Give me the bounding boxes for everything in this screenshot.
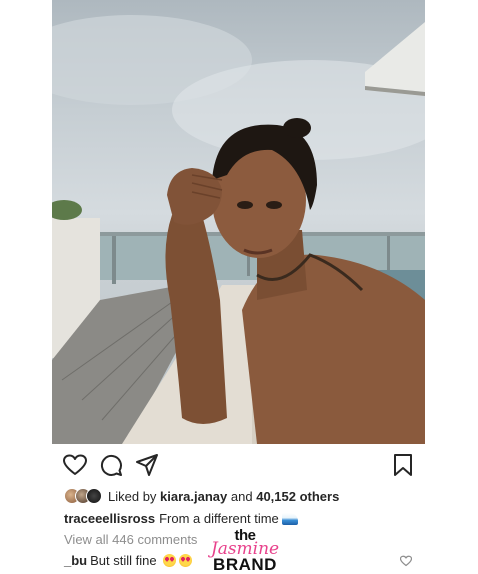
- view-all-comments-link[interactable]: View all 446 comments: [64, 532, 197, 547]
- likes-summary: Liked by kiara.janay and 40,152 others: [64, 487, 339, 505]
- watermark-brand: BRAND: [213, 555, 277, 574]
- heart-eyes-emoji-icon: [163, 554, 177, 567]
- share-button[interactable]: [134, 452, 160, 478]
- comment-username[interactable]: _bu: [64, 553, 87, 568]
- heart-eyes-emoji-icon: [179, 554, 193, 567]
- likes-prefix: Liked by: [108, 488, 157, 504]
- save-button[interactable]: [390, 452, 416, 478]
- heart-icon: [63, 454, 87, 475]
- share-icon: [136, 454, 158, 476]
- post-photo[interactable]: [52, 0, 425, 444]
- comment-row: _bu But still fine: [64, 553, 193, 568]
- comment-like-heart-icon[interactable]: [400, 555, 412, 567]
- post-photo-illustration: [52, 15, 425, 444]
- caption-text: From a different time: [159, 511, 279, 526]
- post-action-bar: [62, 452, 416, 478]
- wave-emoji-icon: [281, 513, 298, 525]
- comment-text: But still fine: [90, 553, 157, 568]
- liker-username[interactable]: kiara.janay: [160, 489, 227, 504]
- caption-username[interactable]: traceeellisross: [64, 511, 155, 526]
- bookmark-icon: [394, 454, 412, 476]
- likes-and: and: [230, 488, 253, 504]
- likes-count[interactable]: 40,152 others: [256, 489, 339, 504]
- likes-text: Liked by kiara.janay and 40,152 others: [108, 489, 339, 504]
- comment-button[interactable]: [98, 452, 124, 478]
- comment-icon: [100, 454, 122, 476]
- watermark-logo: the Jasmine BRAND: [205, 528, 285, 574]
- post-caption: traceeellisross From a different time: [64, 511, 298, 526]
- like-button[interactable]: [62, 452, 88, 478]
- avatar[interactable]: [86, 488, 102, 504]
- liker-avatars: [64, 488, 104, 504]
